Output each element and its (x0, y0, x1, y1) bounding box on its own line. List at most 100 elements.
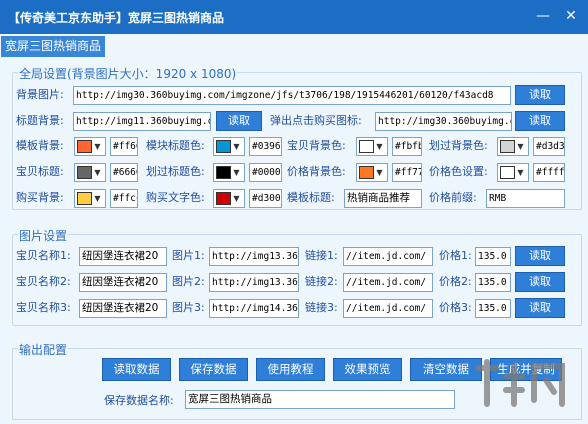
read-popup-button[interactable]: 读取 (515, 111, 565, 131)
item-title-hex[interactable]: #6666 (110, 163, 138, 182)
buy-bg-color-picker[interactable]: ▼ (74, 189, 106, 208)
read-bg-button[interactable]: 读取 (515, 85, 565, 105)
link-field-1[interactable]: //item.jd.com/ (343, 247, 433, 266)
save-name-field[interactable]: 宽屏三图热销商品 (185, 390, 455, 409)
close-button[interactable]: ✕ (560, 6, 582, 26)
chevron-down-icon: ▼ (233, 194, 240, 203)
buy-bg-label: 购买背景: (16, 191, 64, 204)
hover-bg-color-label: 划过背景色: (429, 139, 488, 152)
item-name-label-1: 宝贝名称1: (16, 249, 71, 262)
popup-icon-field[interactable]: http://img30.360buyimg.com/i (375, 112, 512, 131)
buy-text-color-hex[interactable]: #d300 (249, 189, 282, 208)
buy-text-color-picker[interactable]: ▼ (213, 189, 245, 208)
image-field-2[interactable]: http://img13.36 (209, 273, 299, 292)
main-panel: 宽屏三图热销商品 全局设置(背景图片大小：1920 x 1080) 背景图片: … (0, 34, 588, 424)
tutorial-button[interactable]: 使用教程 (256, 358, 325, 381)
module-title-color-picker[interactable]: ▼ (213, 137, 245, 156)
hover-title-color-picker[interactable]: ▼ (213, 163, 245, 182)
item-name-field-1[interactable]: 纽因堡连衣裙20 (79, 247, 167, 266)
image-field-1[interactable]: http://img13.36 (209, 247, 299, 266)
image-label-2: 图片2: (172, 275, 205, 288)
price-bg-color-picker[interactable]: ▼ (356, 163, 388, 182)
hover-bg-color-picker[interactable]: ▼ (497, 137, 529, 156)
chevron-down-icon: ▼ (233, 142, 240, 151)
link-field-3[interactable]: //item.jd.com/ (343, 299, 433, 318)
color-swatch (359, 140, 374, 153)
link-label-1: 链接1: (305, 249, 338, 262)
price-color-picker[interactable]: ▼ (497, 163, 529, 182)
chevron-down-icon: ▼ (517, 142, 524, 151)
template-bg-hex[interactable]: #ff66 (110, 137, 138, 156)
color-swatch (216, 192, 231, 205)
color-swatch (500, 140, 515, 153)
color-swatch (77, 192, 92, 205)
read-item-1-button[interactable]: 读取 (515, 246, 565, 266)
chevron-down-icon: ▼ (94, 194, 101, 203)
read-item-2-button[interactable]: 读取 (515, 272, 565, 292)
price-bg-color-hex[interactable]: #ff77 (392, 163, 422, 182)
item-bg-color-label: 宝贝背景色: (287, 139, 346, 152)
item-title-color-picker[interactable]: ▼ (74, 163, 106, 182)
link-field-2[interactable]: //item.jd.com/ (343, 273, 433, 292)
template-title-label: 模板标题: (287, 191, 335, 204)
watermark-logo (462, 352, 582, 412)
color-swatch (77, 140, 92, 153)
hover-bg-color-hex[interactable]: #d3d3 (533, 137, 565, 156)
buy-bg-hex[interactable]: #ffcc (110, 189, 138, 208)
image-label-1: 图片1: (172, 249, 205, 262)
item-bg-color-picker[interactable]: ▼ (356, 137, 388, 156)
image-label-3: 图片3: (172, 301, 205, 314)
item-name-field-3[interactable]: 纽因堡连衣裙20 (79, 299, 167, 318)
chevron-down-icon: ▼ (517, 168, 524, 177)
chevron-down-icon: ▼ (376, 168, 383, 177)
read-data-button[interactable]: 读取数据 (102, 358, 171, 381)
price-label-1: 价格1: (439, 249, 472, 262)
read-title-bg-button[interactable]: 读取 (216, 111, 262, 131)
chevron-down-icon: ▼ (94, 168, 101, 177)
window-title: 【传奇美工京东助手】宽屏三图热销商品 (8, 11, 225, 25)
link-label-2: 链接2: (305, 275, 338, 288)
price-label-3: 价格3: (439, 301, 472, 314)
popup-icon-label: 弹出点击购买图标: (270, 114, 362, 127)
price-field-2[interactable]: 135.0 (475, 273, 511, 292)
save-data-button[interactable]: 保存数据 (179, 358, 248, 381)
color-swatch (500, 166, 515, 179)
template-bg-color-picker[interactable]: ▼ (74, 137, 106, 156)
minimize-button[interactable]: — (532, 6, 554, 26)
read-item-3-button[interactable]: 读取 (515, 298, 565, 318)
item-name-label-3: 宝贝名称3: (16, 301, 71, 314)
tab-wide-three-hot[interactable]: 宽屏三图热销商品 (1, 36, 106, 57)
item-bg-color-hex[interactable]: #fbfb (392, 137, 422, 156)
output-legend: 输出配置 (18, 341, 69, 358)
color-swatch (359, 166, 374, 179)
title-bar: 【传奇美工京东助手】宽屏三图热销商品 — ✕ (0, 0, 588, 34)
item-title-label: 宝贝标题: (16, 165, 64, 178)
chevron-down-icon: ▼ (376, 142, 383, 151)
title-bg-label: 标题背景: (16, 114, 64, 127)
image-settings-legend: 图片设置 (18, 227, 69, 244)
price-prefix-field[interactable]: RMB (486, 189, 565, 208)
save-name-label: 保存数据名称: (104, 394, 174, 407)
color-swatch (216, 140, 231, 153)
price-prefix-label: 价格前缀: (429, 191, 477, 204)
color-swatch (77, 166, 92, 179)
template-bg-label: 模板背景: (16, 139, 64, 152)
bg-image-field[interactable]: http://img30.360buyimg.com/imgzone/jfs/t… (73, 86, 511, 105)
preview-button[interactable]: 效果预览 (333, 358, 402, 381)
price-label-2: 价格2: (439, 275, 472, 288)
hover-title-color-label: 划过标题色: (146, 165, 205, 178)
buy-text-color-label: 购买文字色: (146, 191, 205, 204)
template-title-field[interactable]: 热销商品推荐 (344, 189, 422, 208)
bg-image-label: 背景图片: (16, 88, 64, 101)
image-field-3[interactable]: http://img14.36 (209, 299, 299, 318)
price-color-hex[interactable]: #ffff (533, 163, 565, 182)
global-settings-legend: 全局设置(背景图片大小：1920 x 1080) (18, 65, 238, 82)
price-field-1[interactable]: 135.0 (475, 247, 511, 266)
chevron-down-icon: ▼ (233, 168, 240, 177)
price-bg-color-label: 价格背景色: (287, 165, 346, 178)
title-bg-field[interactable]: http://img11.360buyimg.com/i (73, 112, 211, 131)
module-title-color-hex[interactable]: #0396 (249, 137, 282, 156)
item-name-field-2[interactable]: 纽因堡连衣裙20 (79, 273, 167, 292)
price-field-3[interactable]: 135.0 (475, 299, 511, 318)
hover-title-color-hex[interactable]: #0000 (249, 163, 282, 182)
